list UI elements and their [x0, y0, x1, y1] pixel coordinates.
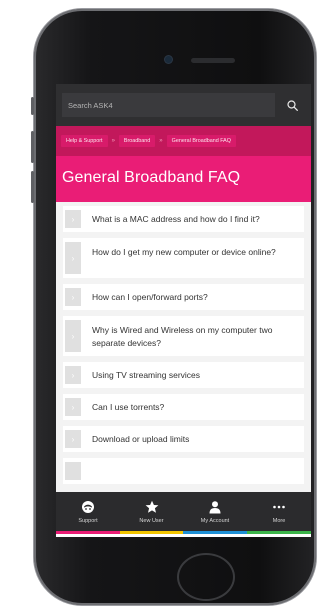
tab-more-label: More	[272, 518, 286, 524]
tab-new-user[interactable]: New User	[120, 492, 183, 534]
support-icon	[81, 497, 95, 517]
breadcrumb-help-support[interactable]: Help & Support	[61, 135, 108, 147]
faq-item-label: How do I get my new computer or device o…	[92, 247, 276, 257]
tab-support[interactable]: Support	[56, 492, 120, 534]
faq-item-label: How can I open/forward ports?	[92, 292, 208, 302]
bottom-tab-bar: Support New User My Account More	[56, 492, 311, 534]
chevron-right-icon: ›	[65, 288, 81, 306]
faq-item-tv-streaming[interactable]: › Using TV streaming services	[63, 362, 304, 388]
star-icon	[145, 497, 159, 517]
title-band: General Broadband FAQ	[56, 156, 311, 202]
breadcrumb-separator: »	[159, 138, 163, 144]
breadcrumb-current[interactable]: General Broadband FAQ	[166, 135, 236, 147]
tab-more-indicator	[247, 531, 311, 534]
chevron-right-icon: ›	[65, 210, 81, 228]
page-title: General Broadband FAQ	[62, 169, 241, 186]
faq-item-torrents[interactable]: › Can I use torrents?	[63, 394, 304, 420]
faq-item-label: Using TV streaming services	[92, 370, 201, 380]
search-icon	[286, 99, 298, 111]
volume-up-button	[31, 131, 34, 163]
faq-item-label: Why is Wired and Wireless on my computer…	[92, 325, 273, 348]
volume-down-button	[31, 171, 34, 203]
tab-more[interactable]: More	[247, 492, 311, 534]
faq-item-device-online[interactable]: › How do I get my new computer or device…	[63, 238, 304, 278]
chevron-right-icon: ›	[65, 320, 81, 352]
faq-item-limits[interactable]: › Download or upload limits	[63, 426, 304, 452]
breadcrumb-separator: »	[111, 138, 115, 144]
chevron-right-icon: ›	[65, 430, 81, 448]
earpiece-speaker	[191, 58, 235, 63]
breadcrumb: Help & Support » Broadband » General Bro…	[56, 126, 311, 156]
tab-my-account-label: My Account	[200, 518, 230, 524]
faq-item-forward-ports[interactable]: › How can I open/forward ports?	[63, 284, 304, 310]
chevron-right-icon: ›	[65, 366, 81, 384]
home-button[interactable]	[177, 553, 235, 601]
chevron-right-icon: ›	[65, 242, 81, 274]
search-bar	[56, 84, 311, 126]
tab-my-account[interactable]: My Account	[183, 492, 247, 534]
chevron-right-icon: ›	[65, 398, 81, 416]
tab-my-account-indicator	[183, 531, 247, 534]
faq-item-mac-address[interactable]: › What is a MAC address and how do I fin…	[63, 206, 304, 232]
more-icon	[272, 497, 286, 517]
tab-support-indicator	[56, 531, 120, 534]
faq-list: › What is a MAC address and how do I fin…	[56, 202, 311, 492]
faq-item-wired-wireless[interactable]: › Why is Wired and Wireless on my comput…	[63, 316, 304, 356]
faq-item-partial[interactable]	[63, 458, 304, 484]
faq-item-label: What is a MAC address and how do I find …	[92, 214, 260, 224]
tab-new-user-indicator	[120, 531, 183, 534]
app-screen: Help & Support » Broadband » General Bro…	[56, 84, 311, 537]
search-input[interactable]	[62, 93, 275, 117]
chevron-right-icon	[65, 462, 81, 480]
tab-support-label: Support	[78, 518, 98, 524]
faq-item-label: Download or upload limits	[92, 434, 190, 444]
search-button[interactable]	[279, 93, 305, 117]
breadcrumb-broadband[interactable]: Broadband	[118, 135, 156, 147]
mute-switch	[31, 97, 34, 115]
front-camera	[165, 56, 172, 63]
faq-item-label: Can I use torrents?	[92, 402, 165, 412]
tab-new-user-label: New User	[139, 518, 164, 524]
user-icon	[208, 497, 222, 517]
